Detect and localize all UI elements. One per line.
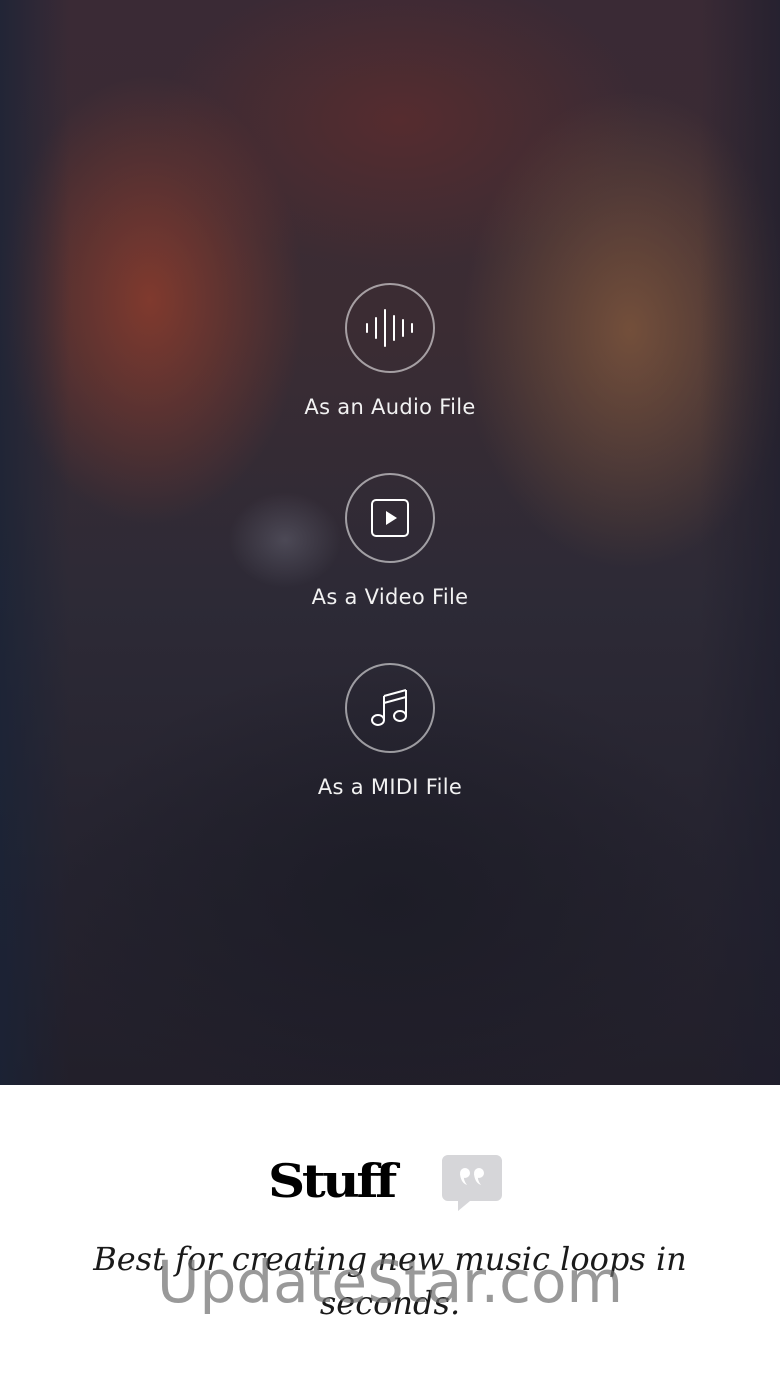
export-audio-option[interactable]: As an Audio File: [240, 283, 540, 419]
export-video-option[interactable]: As a Video File: [240, 473, 540, 609]
review-header: Stuff: [0, 1153, 780, 1213]
midi-icon-circle[interactable]: [345, 663, 435, 753]
export-video-label: As a Video File: [311, 585, 469, 609]
press-review-panel: Stuff Best for creating new music loops …: [0, 1085, 780, 1387]
export-audio-label: As an Audio File: [304, 395, 476, 419]
export-midi-option[interactable]: As a MIDI File: [240, 663, 540, 799]
screen: As an Audio File As a Video File As a MI…: [0, 0, 780, 1387]
video-icon-circle[interactable]: [345, 473, 435, 563]
play-square-icon: [371, 499, 409, 537]
stuff-logo: Stuff: [268, 1154, 397, 1208]
audio-icon-circle[interactable]: [345, 283, 435, 373]
export-midi-label: As a MIDI File: [317, 775, 463, 799]
music-note-icon: [371, 689, 407, 726]
review-quote: Best for creating new music loops in sec…: [93, 1240, 687, 1322]
waveform-icon: [366, 309, 413, 347]
speech-quote-icon: [442, 1155, 502, 1211]
